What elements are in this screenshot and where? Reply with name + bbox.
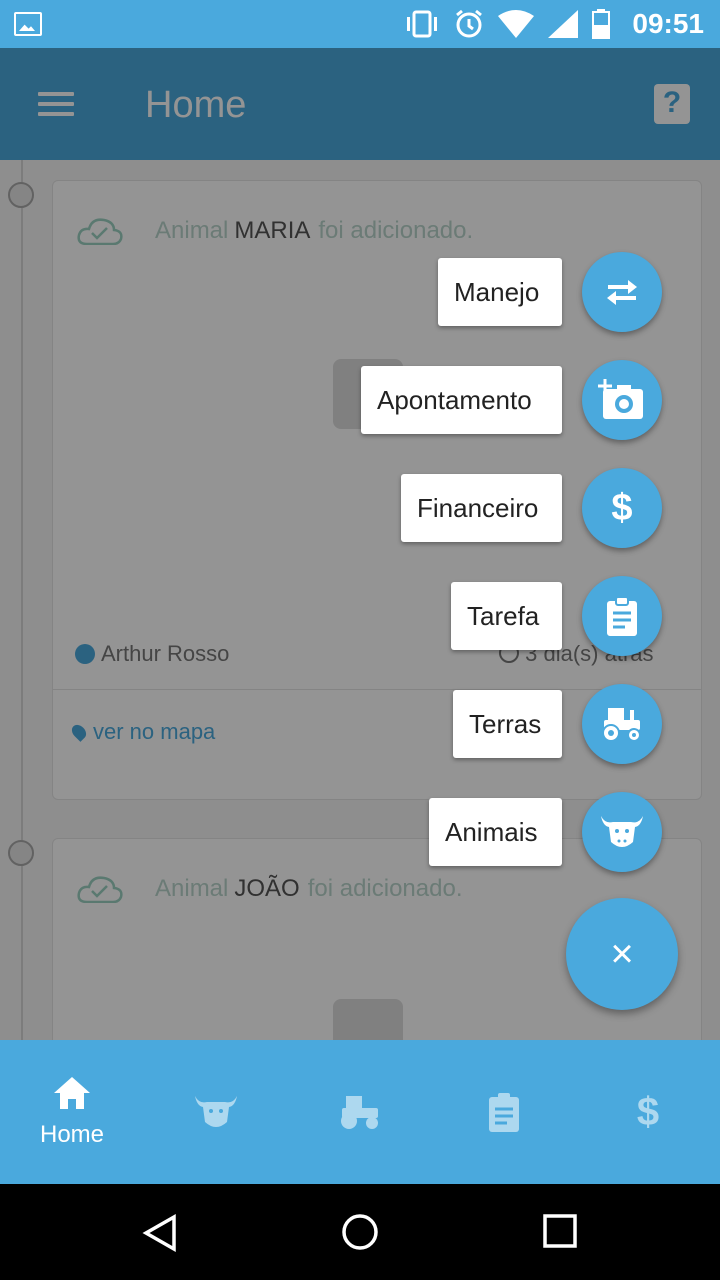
- home-circle-icon[interactable]: [341, 1213, 379, 1251]
- vibrate-icon: [407, 10, 437, 38]
- fab-label-tarefa[interactable]: Tarefa: [451, 582, 562, 650]
- fab-close-button[interactable]: ×: [566, 898, 678, 1010]
- recents-icon[interactable]: [543, 1214, 577, 1248]
- status-bar: 09:51: [0, 0, 720, 48]
- system-nav-bar: [0, 1184, 720, 1280]
- dollar-icon: $: [611, 486, 633, 529]
- fab-label-animais[interactable]: Animais: [429, 798, 562, 866]
- fab-tarefa-button[interactable]: [582, 576, 662, 656]
- nav-tarefa[interactable]: [432, 1040, 576, 1184]
- tractor-icon: [341, 1096, 378, 1129]
- nav-financeiro[interactable]: $: [576, 1040, 720, 1184]
- tractor-icon: [602, 708, 641, 742]
- home-icon: [54, 1077, 90, 1109]
- fab-animais-button[interactable]: [582, 792, 662, 872]
- swap-arrows-icon: [607, 280, 637, 305]
- signal-icon: [548, 10, 578, 38]
- wifi-icon: [498, 10, 534, 38]
- status-icons: [404, 8, 610, 40]
- fab-label-manejo[interactable]: Manejo: [438, 258, 562, 326]
- fab-label-financeiro[interactable]: Financeiro: [401, 474, 562, 542]
- nav-animais[interactable]: [144, 1040, 288, 1184]
- fab-manejo-button[interactable]: [582, 252, 662, 332]
- battery-icon: [592, 9, 610, 39]
- alarm-icon: [456, 9, 482, 38]
- cow-icon: [195, 1096, 237, 1127]
- image-notification-icon: [14, 12, 42, 36]
- fab-terras-button[interactable]: [582, 684, 662, 764]
- clipboard-icon: [607, 596, 637, 636]
- back-icon[interactable]: [142, 1214, 178, 1252]
- fab-financeiro-button[interactable]: $: [582, 468, 662, 548]
- bottom-nav: Home $: [0, 1040, 720, 1184]
- nav-home[interactable]: Home: [0, 1040, 144, 1184]
- dollar-icon: $: [636, 1089, 660, 1134]
- close-icon: ×: [610, 931, 634, 976]
- cow-icon: [601, 816, 643, 847]
- fab-label-terras[interactable]: Terras: [453, 690, 562, 758]
- fab-label-apontamento[interactable]: Apontamento: [361, 366, 562, 434]
- nav-terras[interactable]: [288, 1040, 432, 1184]
- fab-apontamento-button[interactable]: [582, 360, 662, 440]
- nav-home-label: Home: [39, 1121, 105, 1148]
- add-photo-icon: [598, 379, 643, 419]
- clipboard-icon: [489, 1093, 519, 1132]
- clock: 09:51: [632, 8, 704, 39]
